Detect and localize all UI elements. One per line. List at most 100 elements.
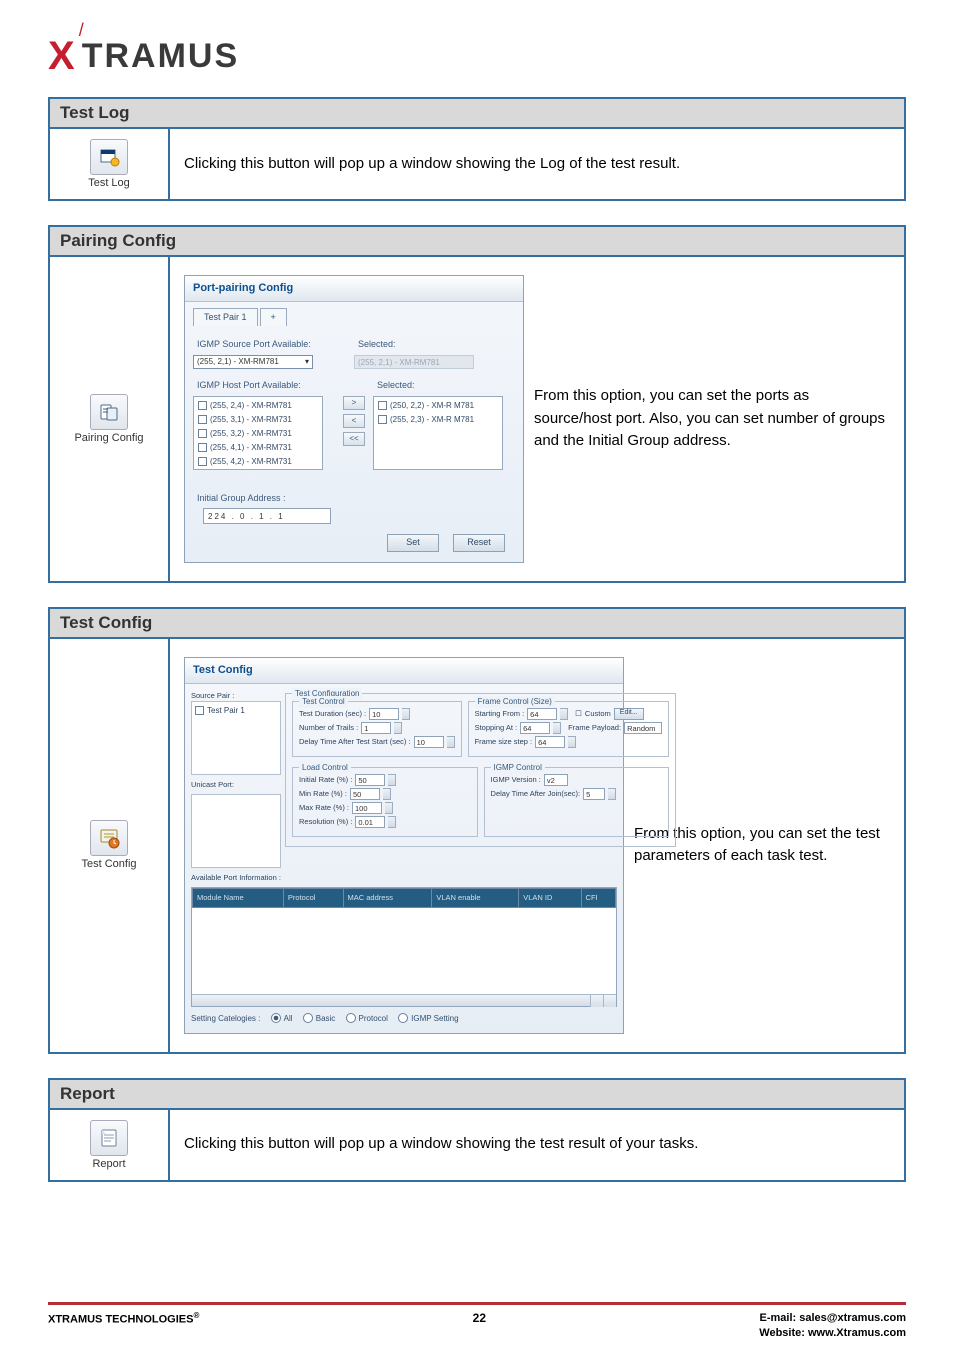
footer-company: XTRAMUS TECHNOLOGIES® [48, 1311, 199, 1326]
tc-custom-check[interactable]: ☐ [575, 708, 582, 719]
host-avail-item[interactable]: (255, 3,2) - XM-RM731 [196, 427, 320, 441]
tc-res-input[interactable]: 0.01 [355, 816, 385, 828]
tc-group-frame-control: Frame Control (Size) Starting From :64 ☐… [468, 701, 670, 757]
host-sel-item[interactable]: (250, 2,2) - XM-R M781 [376, 399, 500, 413]
testconfig-icon-label: Test Config [81, 858, 136, 870]
tc-radio-all-label: All [284, 1014, 293, 1023]
ppc-src-selected-box: (255, 2,1) - XM-RM781 [354, 355, 474, 369]
tc-stop-input[interactable]: 64 [520, 722, 550, 734]
tc-minrate-input[interactable]: 50 [350, 788, 380, 800]
testconfig-icon[interactable] [90, 820, 128, 856]
host-avail-item[interactable]: (255, 4,2) - XM-RM731 [196, 455, 320, 469]
ppc-host-selected-list[interactable]: (250, 2,2) - XM-R M781 (255, 2,3) - XM-R… [373, 396, 503, 470]
ppc-tab-add[interactable]: + [260, 308, 287, 327]
tc-radio-protocol-label: Protocol [359, 1014, 388, 1023]
report-desc: Clicking this button will pop up a windo… [184, 1133, 890, 1156]
spinner-icon[interactable] [553, 722, 561, 734]
footer-website: Website: www.Xtramus.com [759, 1326, 906, 1341]
spinner-icon[interactable] [402, 708, 410, 720]
tc-maxrate-input[interactable]: 100 [352, 802, 382, 814]
tc-payload-label: Frame Payload: [568, 722, 621, 733]
tc-radio-basic[interactable] [295, 1014, 316, 1023]
tc-group-test-configuration: Test Configuration Test Control Test Dur… [285, 693, 676, 847]
testlog-icon[interactable] [90, 139, 128, 175]
tc-delayjoin-input[interactable]: 5 [583, 788, 605, 800]
ppc-set-button[interactable]: Set [387, 534, 439, 552]
spinner-icon[interactable] [560, 708, 568, 720]
spinner-icon[interactable] [388, 774, 396, 786]
testlog-icon-cell: Test Log [50, 129, 170, 199]
ppc-src-available-select[interactable]: (255, 2,1) - XM-RM781 ▾ [193, 355, 313, 369]
tc-trials-label: Number of Trails : [299, 722, 358, 733]
tc-start-input[interactable]: 64 [527, 708, 557, 720]
tc-trials-input[interactable]: 1 [361, 722, 391, 734]
spinner-icon[interactable] [385, 802, 393, 814]
spinner-icon[interactable] [394, 722, 402, 734]
tc-radio-all[interactable] [263, 1014, 284, 1023]
spinner-icon[interactable] [383, 788, 391, 800]
tc-radio-protocol[interactable] [338, 1014, 359, 1023]
ppc-initial-group-label: Initial Group Address : [197, 492, 515, 506]
registered-icon: ® [193, 1311, 199, 1320]
tc-payload-select[interactable]: Random [624, 722, 662, 734]
spinner-icon[interactable] [568, 736, 576, 748]
move-right-button[interactable]: > [343, 396, 365, 410]
section-header-report: Report [50, 1080, 904, 1110]
tc-duration-input[interactable]: 10 [369, 708, 399, 720]
ppc-tab-testpair1[interactable]: Test Pair 1 [193, 308, 258, 327]
host-avail-item[interactable]: (255, 4,1) - XM-RM731 [196, 441, 320, 455]
tc-initrate-input[interactable]: 50 [355, 774, 385, 786]
tc-edit-button[interactable]: Edit... [614, 708, 644, 720]
tc-stop-label: Stopping At : [475, 722, 518, 733]
footer-email: E-mail: sales@xtramus.com [759, 1311, 906, 1326]
tc-radio-basic-label: Basic [316, 1014, 336, 1023]
dropdown-arrow-icon: ▾ [305, 356, 309, 368]
tc-radio-igmp[interactable] [390, 1014, 411, 1023]
tc-unicast-list[interactable] [191, 794, 281, 868]
tc-delay-after-input[interactable]: 10 [414, 736, 444, 748]
tc-sourcepair-list[interactable]: Test Pair 1 [191, 701, 281, 775]
host-avail-item[interactable]: (255, 2,4) - XM-RM781 [196, 399, 320, 413]
footer-page-number: 22 [473, 1311, 486, 1325]
spinner-icon[interactable] [388, 816, 396, 828]
tc-group-title-frame: Frame Control (Size) [475, 696, 555, 708]
pairing-icon[interactable] [90, 394, 128, 430]
tc-port-table[interactable]: Module Name Protocol MAC address VLAN en… [191, 887, 617, 1006]
spinner-icon[interactable] [447, 736, 455, 748]
tc-group-title-test-control: Test Control [299, 696, 348, 708]
tc-duration-label: Test Duration (sec) : [299, 708, 366, 719]
move-left-button[interactable]: < [343, 414, 365, 428]
ppc-host-selected-label: Selected: [377, 379, 515, 393]
tc-delayjoin-label: Delay Time After Join(sec): [491, 788, 581, 799]
ppc-host-available-label: IGMP Host Port Available: [197, 379, 335, 393]
pairing-desc: From this option, you can set the ports … [534, 385, 890, 453]
ppc-src-available-label: IGMP Source Port Available: [197, 338, 354, 352]
tc-sourcepair-item[interactable]: Test Pair 1 [195, 705, 277, 717]
logo-accent: / [79, 20, 84, 41]
th-cfi: CFI [581, 889, 615, 907]
section-pairing-config: Pairing Config Pairing Config Port-pairi… [48, 225, 906, 583]
section-header-test-log: Test Log [50, 99, 904, 129]
logo-rest: TRAMUS [82, 37, 239, 76]
host-avail-item[interactable]: (255, 3,1) - XM-RM731 [196, 413, 320, 427]
tc-delay-after-label: Delay Time After Test Start (sec) : [299, 736, 411, 747]
tc-radios-label: Setting Catelogies : [191, 1014, 260, 1023]
ppc-title: Port-pairing Config [185, 276, 523, 302]
tc-step-input[interactable]: 64 [535, 736, 565, 748]
tc-initrate-label: Initial Rate (%) : [299, 774, 352, 785]
tc-start-label: Starting From : [475, 708, 525, 719]
host-sel-item[interactable]: (255, 2,3) - XM-R M781 [376, 413, 500, 427]
horizontal-scrollbar[interactable] [192, 994, 616, 1006]
ppc-initial-group-input[interactable]: 224 . 0 . 1 . 1 [203, 508, 331, 524]
ppc-reset-button[interactable]: Reset [453, 534, 505, 552]
testlog-icon-label: Test Log [88, 177, 130, 189]
th-module: Module Name [193, 889, 284, 907]
tc-minrate-label: Min Rate (%) : [299, 788, 347, 799]
move-all-left-button[interactable]: << [343, 432, 365, 446]
spinner-icon[interactable] [608, 788, 616, 800]
tc-maxrate-label: Max Rate (%) : [299, 802, 349, 813]
tc-igmpver-select[interactable]: v2 [544, 774, 568, 786]
ppc-host-available-list[interactable]: (255, 2,4) - XM-RM781 (255, 3,1) - XM-RM… [193, 396, 323, 470]
section-header-test-config: Test Config [50, 609, 904, 639]
report-icon[interactable] [90, 1120, 128, 1156]
